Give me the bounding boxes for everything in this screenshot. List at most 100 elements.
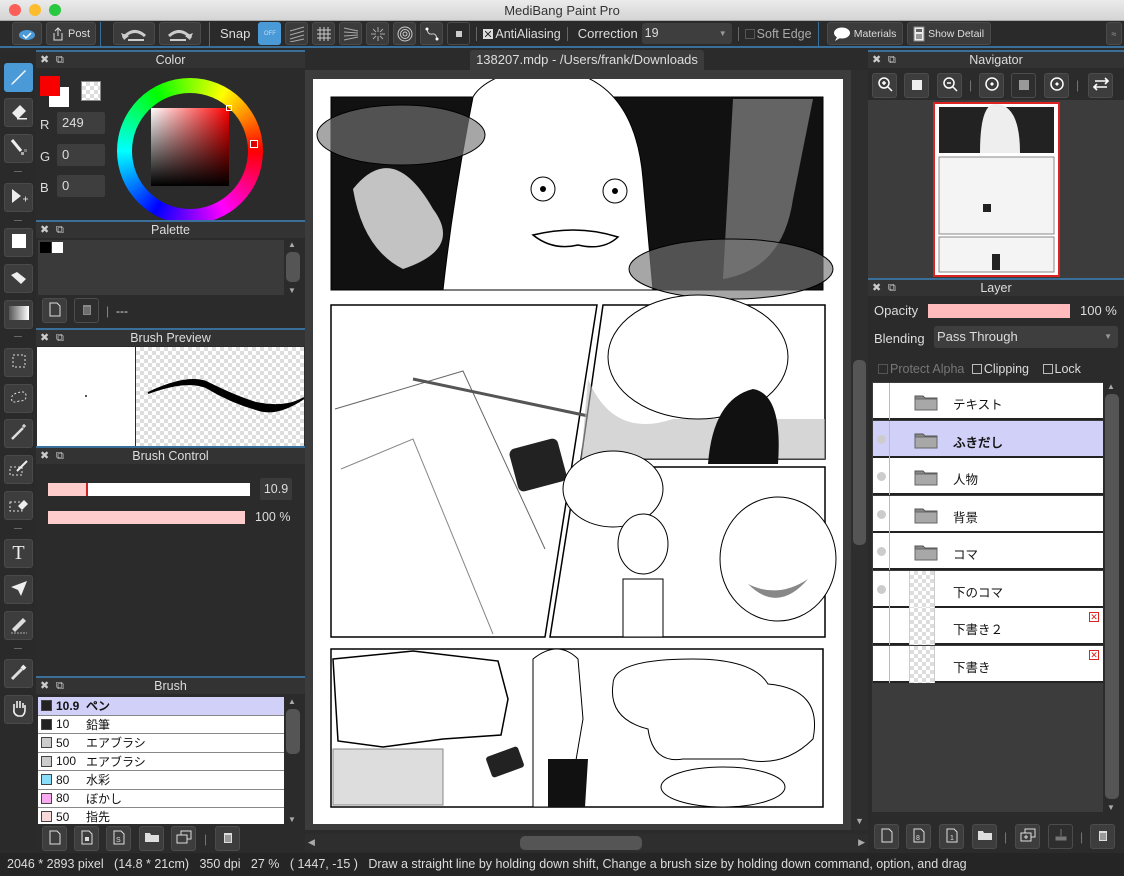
divide-tool-button[interactable] bbox=[4, 611, 33, 640]
maximize-window-button[interactable] bbox=[49, 4, 61, 16]
palette-swatch[interactable] bbox=[40, 242, 51, 253]
brush-size-slider[interactable] bbox=[48, 483, 250, 496]
snap-curve-button[interactable] bbox=[420, 22, 444, 45]
canvas-area[interactable] bbox=[305, 67, 851, 830]
layer-list-scrollbar[interactable]: ▲ ▼ bbox=[1104, 382, 1120, 812]
correction-select[interactable]: 19 ▼ bbox=[641, 23, 732, 44]
palette-scrollbar[interactable]: ▲ ▼ bbox=[285, 240, 301, 295]
select-eraser-tool-button[interactable] bbox=[4, 491, 33, 520]
redo-button[interactable] bbox=[159, 22, 201, 45]
navigator-viewport[interactable] bbox=[933, 102, 1060, 277]
bucket-tool-button[interactable] bbox=[4, 264, 33, 293]
canvas-vertical-scrollbar[interactable]: ▼ bbox=[851, 70, 868, 830]
delete-brush-button[interactable] bbox=[215, 826, 240, 851]
close-window-button[interactable] bbox=[9, 4, 21, 16]
brush-size-value[interactable]: 10.9 bbox=[260, 478, 292, 500]
scroll-down-icon[interactable]: ▼ bbox=[288, 815, 296, 824]
select-pen-tool-button[interactable] bbox=[4, 455, 33, 484]
popout-icon[interactable]: ⧉ bbox=[56, 52, 64, 68]
brush-list-scrollbar[interactable]: ▲ ▼ bbox=[285, 697, 301, 824]
open-brush-button[interactable] bbox=[139, 826, 164, 851]
merge-down-button[interactable] bbox=[1048, 824, 1073, 849]
scroll-up-icon[interactable]: ▲ bbox=[288, 240, 296, 249]
visibility-toggle[interactable] bbox=[877, 660, 886, 669]
magic-wand-tool-button[interactable] bbox=[4, 419, 33, 448]
lasso-tool-button[interactable] bbox=[4, 384, 33, 413]
close-panel-icon[interactable]: ✖ bbox=[40, 222, 49, 238]
duplicate-brush-button[interactable] bbox=[171, 826, 196, 851]
saturation-value-square[interactable] bbox=[151, 105, 232, 186]
new-1bit-layer-button[interactable]: 1 bbox=[939, 824, 964, 849]
lock-checkbox[interactable]: Lock bbox=[1042, 362, 1081, 376]
popout-icon[interactable]: ⧉ bbox=[888, 280, 896, 296]
brush-list-item[interactable]: 80 水彩 bbox=[38, 771, 284, 790]
scroll-right-icon[interactable]: ▶ bbox=[858, 837, 865, 848]
visibility-toggle[interactable] bbox=[877, 584, 886, 594]
rotate-left-button[interactable] bbox=[979, 73, 1004, 98]
scroll-up-icon[interactable]: ▲ bbox=[288, 697, 296, 706]
scroll-down-icon[interactable]: ▼ bbox=[1107, 803, 1115, 812]
reset-rotation-button[interactable] bbox=[1011, 73, 1036, 98]
duplicate-layer-button[interactable] bbox=[1015, 824, 1040, 849]
document-tab[interactable]: 138207.mdp - /Users/frank/Downloads bbox=[470, 50, 704, 70]
layer-row[interactable]: 下のコマ bbox=[873, 570, 1103, 608]
show-detail-button[interactable]: Show Detail bbox=[906, 22, 991, 45]
snap-parallel-button[interactable] bbox=[285, 22, 309, 45]
soft-edge-checkbox[interactable]: Soft Edge bbox=[744, 27, 812, 41]
pen-tool-button[interactable] bbox=[4, 63, 33, 92]
materials-button[interactable]: Materials bbox=[826, 22, 903, 45]
manga-page[interactable] bbox=[313, 67, 843, 824]
toolbar-options-button[interactable]: ≈ bbox=[1106, 22, 1122, 45]
snap-off-button[interactable]: OFF bbox=[258, 22, 282, 45]
r-input[interactable]: 249 bbox=[57, 112, 105, 134]
transparent-color-swatch[interactable] bbox=[81, 81, 101, 101]
layer-row[interactable]: テキスト bbox=[873, 383, 1103, 420]
cloud-button[interactable] bbox=[12, 22, 42, 45]
close-panel-icon[interactable]: ✖ bbox=[40, 52, 49, 68]
hand-tool-button[interactable] bbox=[4, 695, 33, 724]
delete-layer-button[interactable] bbox=[1090, 824, 1115, 849]
popout-icon[interactable]: ⧉ bbox=[56, 448, 64, 464]
visibility-toggle[interactable] bbox=[877, 434, 886, 444]
scroll-down-icon[interactable]: ▼ bbox=[855, 816, 864, 826]
new-brush-button[interactable] bbox=[42, 826, 67, 851]
brush-list-item[interactable]: 50 指先 bbox=[38, 808, 284, 824]
close-panel-icon[interactable]: ✖ bbox=[40, 330, 49, 346]
antialiasing-checkbox[interactable]: AntiAliasing bbox=[483, 27, 561, 41]
zoom-out-button[interactable] bbox=[937, 73, 962, 98]
layer-row[interactable]: 背景 bbox=[873, 495, 1103, 533]
popout-icon[interactable]: ⧉ bbox=[56, 222, 64, 238]
layer-row[interactable]: 下書き２ ✕ bbox=[873, 608, 1103, 645]
protect-alpha-checkbox[interactable]: Protect Alpha bbox=[878, 362, 964, 376]
flip-horizontal-button[interactable] bbox=[1088, 73, 1113, 98]
fill-rect-tool-button[interactable] bbox=[4, 228, 33, 257]
layer-row[interactable]: 下書き ✕ bbox=[873, 645, 1103, 683]
b-input[interactable]: 0 bbox=[57, 175, 105, 197]
snap-grid-button[interactable] bbox=[312, 22, 336, 45]
layer-row[interactable]: コマ bbox=[873, 533, 1103, 570]
operation-tool-button[interactable] bbox=[4, 575, 33, 604]
navigator-preview-area[interactable] bbox=[868, 100, 1124, 278]
actual-size-button[interactable] bbox=[904, 73, 929, 98]
close-panel-icon[interactable]: ✖ bbox=[872, 52, 881, 68]
brush-list-item[interactable]: 100 エアブラシ bbox=[38, 752, 284, 771]
hue-handle[interactable] bbox=[250, 140, 258, 148]
post-button[interactable]: Post bbox=[46, 22, 96, 45]
scroll-down-icon[interactable]: ▼ bbox=[288, 286, 296, 295]
snap-setting-button[interactable] bbox=[447, 22, 471, 45]
new-layer-button[interactable] bbox=[874, 824, 899, 849]
visibility-toggle[interactable] bbox=[877, 397, 886, 406]
scroll-left-icon[interactable]: ◀ bbox=[308, 837, 315, 848]
new-folder-button[interactable] bbox=[972, 824, 997, 849]
layer-row[interactable]: ふきだし bbox=[873, 420, 1103, 458]
scroll-up-icon[interactable]: ▲ bbox=[1107, 382, 1115, 391]
visibility-toggle[interactable] bbox=[877, 509, 886, 519]
dot-pen-tool-button[interactable] bbox=[4, 134, 33, 163]
new-script-brush-button[interactable]: S bbox=[106, 826, 131, 851]
brush-list-item[interactable]: 80 ぼかし bbox=[38, 789, 284, 808]
clipping-checkbox[interactable]: Clipping bbox=[971, 362, 1029, 376]
snap-radial-button[interactable] bbox=[366, 22, 390, 45]
eyedropper-tool-button[interactable] bbox=[4, 659, 33, 688]
undo-button[interactable] bbox=[113, 22, 155, 45]
snap-perspective-button[interactable] bbox=[339, 22, 363, 45]
